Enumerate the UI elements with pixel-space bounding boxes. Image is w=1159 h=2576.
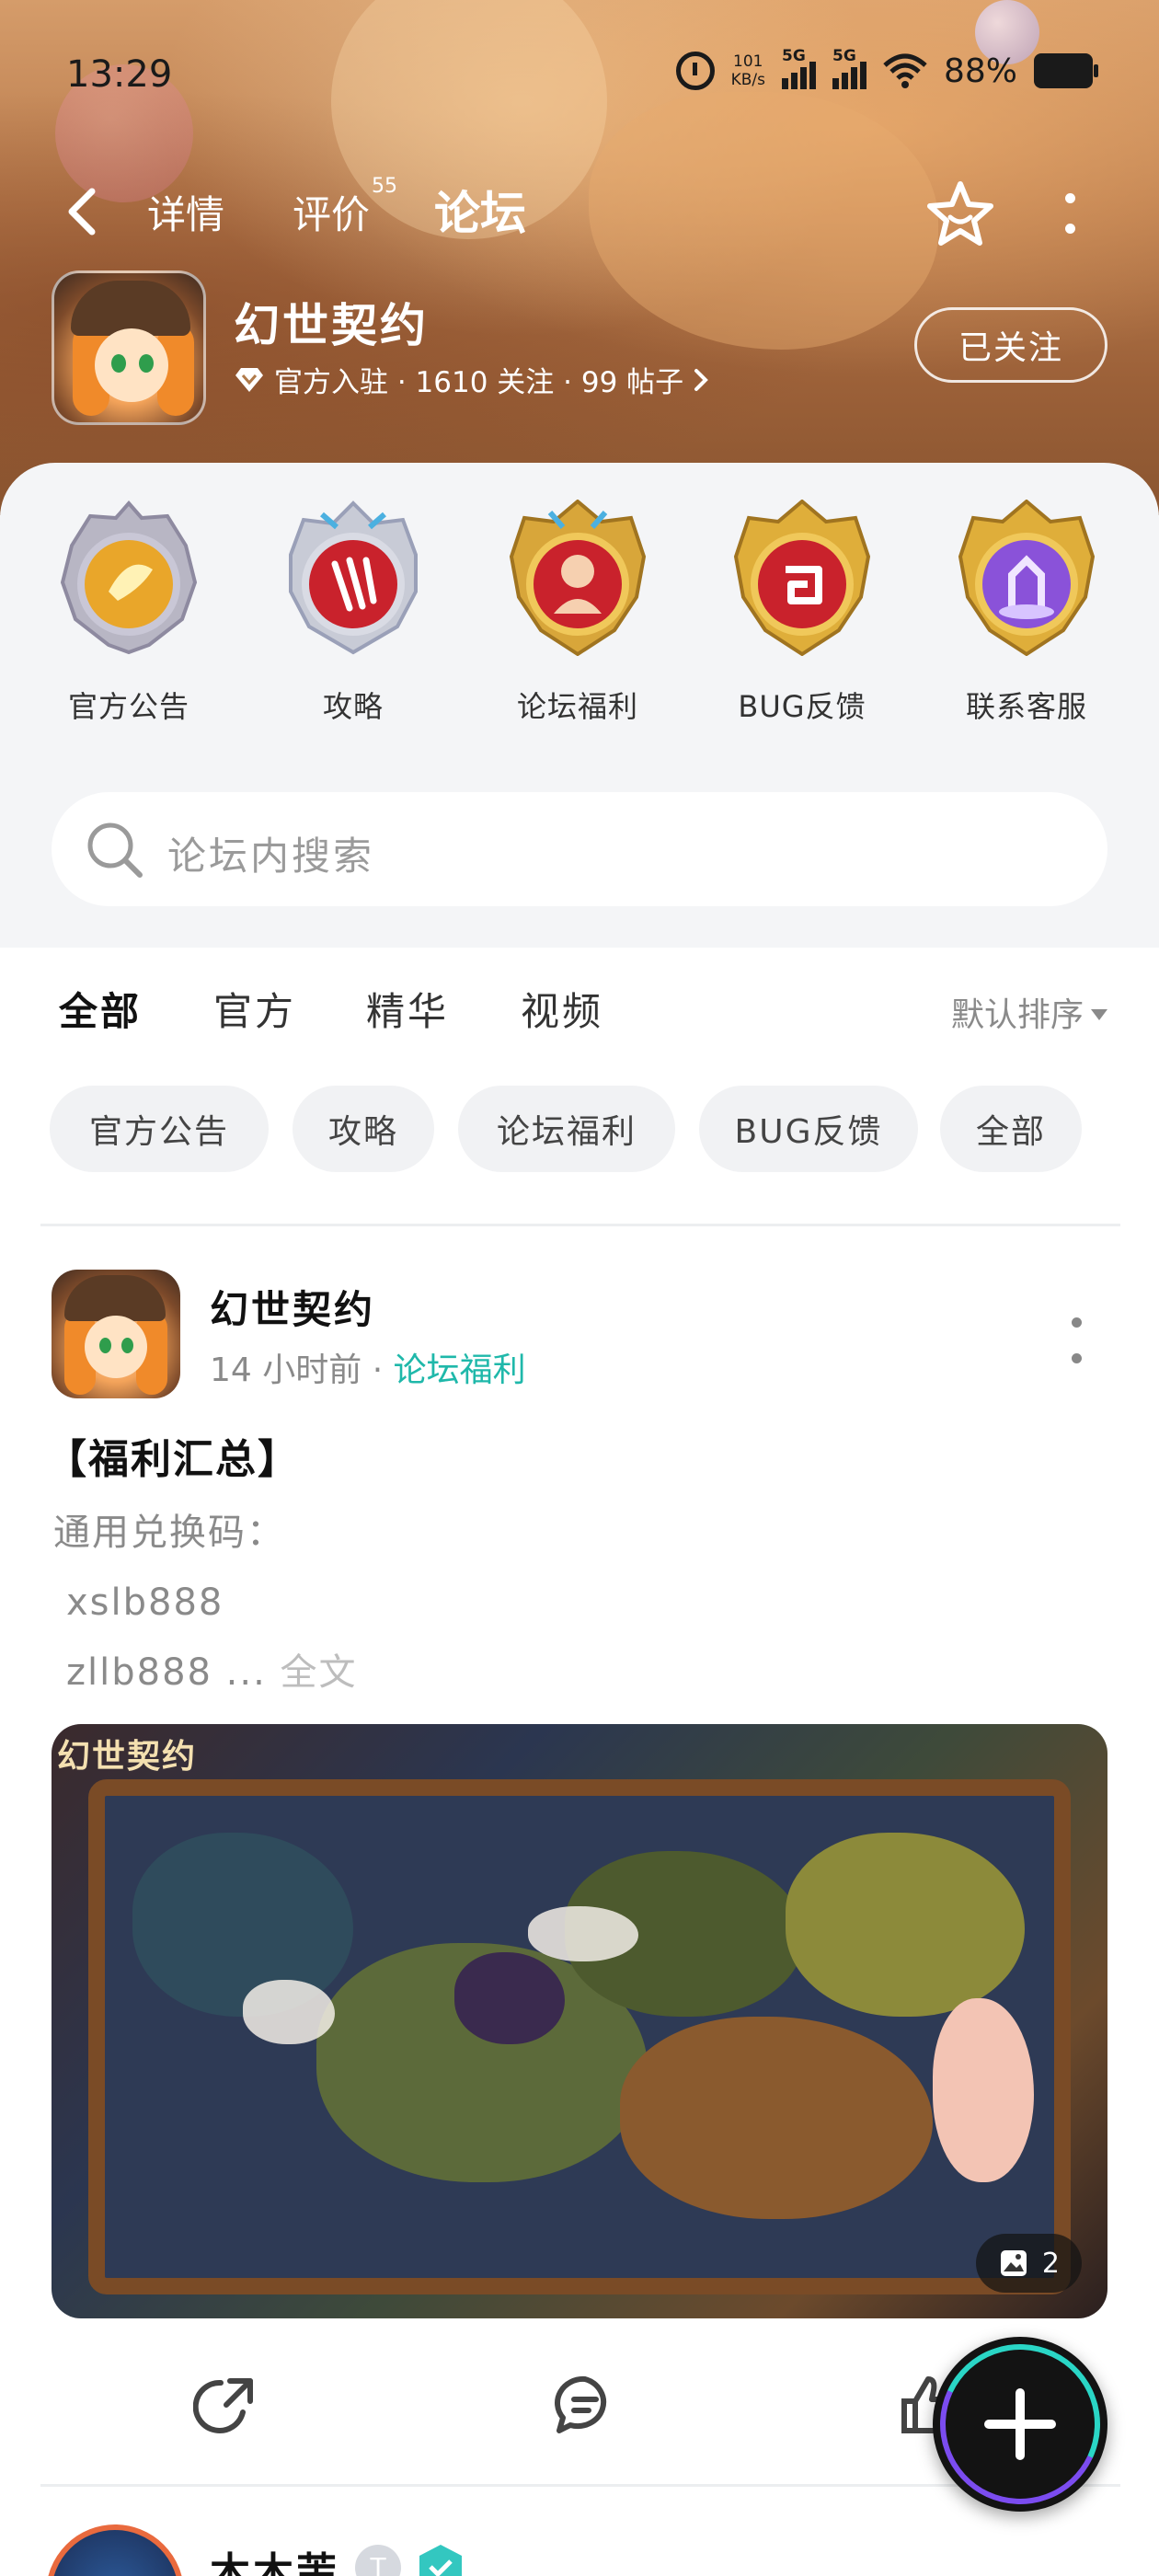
forum-header: 13:29 101 KB/s 5G 5G 88% 详情 评价 55 论坛 幻世契… bbox=[0, 0, 1159, 515]
customer-service-badge-icon bbox=[958, 500, 1096, 656]
create-post-button[interactable] bbox=[933, 2337, 1107, 2512]
post-image[interactable]: 幻世契约 2 bbox=[52, 1724, 1107, 2318]
chip-announcement[interactable]: 官方公告 bbox=[50, 1086, 269, 1172]
tab-details[interactable]: 详情 bbox=[147, 184, 224, 240]
signal-icon: 5G bbox=[781, 47, 816, 89]
next-post-author[interactable]: 木木茉 bbox=[210, 2539, 339, 2576]
category-bug-report[interactable]: BUG反馈 bbox=[710, 500, 894, 739]
author-avatar[interactable] bbox=[52, 1270, 180, 1398]
favorite-star-icon[interactable] bbox=[924, 178, 996, 250]
next-author-avatar[interactable] bbox=[46, 2524, 184, 2576]
category-label: 联系客服 bbox=[965, 689, 1087, 724]
full-text-link[interactable]: 全文 bbox=[281, 1651, 358, 1694]
forum-post[interactable]: 幻世契约 14 小时前 · 论坛福利 【福利汇总】 通用兑换码： xslb888… bbox=[0, 1251, 1159, 2466]
post-body-line: xslb888 bbox=[66, 1581, 224, 1624]
meta-separator: · bbox=[372, 1351, 384, 1389]
chip-bug-report[interactable]: BUG反馈 bbox=[699, 1086, 918, 1172]
sort-label: 默认排序 bbox=[950, 996, 1084, 1034]
more-options-icon[interactable] bbox=[1053, 186, 1086, 241]
tab-forum[interactable]: 论坛 bbox=[434, 177, 526, 243]
benefits-badge-icon bbox=[509, 500, 647, 656]
category-guides[interactable]: 攻略 bbox=[261, 500, 445, 739]
category-label: BUG反馈 bbox=[738, 689, 866, 724]
tab-reviews-label: 评价 bbox=[293, 192, 371, 237]
dropdown-arrow-icon bbox=[1091, 1009, 1107, 1020]
post-author[interactable]: 幻世契约 bbox=[210, 1279, 375, 1335]
post-body: 通用兑换码： xslb888 zllb888 ... 全文 bbox=[53, 1498, 358, 1708]
chip-guides[interactable]: 攻略 bbox=[293, 1086, 434, 1172]
gallery-icon bbox=[1000, 2250, 1027, 2276]
filter-tab-video[interactable]: 视频 bbox=[521, 981, 603, 1037]
status-icons: 101 KB/s 5G 5G 88% bbox=[675, 47, 1098, 90]
category-label: 攻略 bbox=[322, 689, 384, 724]
forum-category-panel: 官方公告 攻略 论坛福利 BUG反馈 联系客服 论坛内搜索 bbox=[0, 463, 1159, 948]
filter-tab-official[interactable]: 官方 bbox=[213, 981, 296, 1037]
alarm-icon bbox=[675, 52, 715, 90]
category-row: 官方公告 攻略 论坛福利 BUG反馈 联系客服 bbox=[0, 500, 1159, 739]
bug-report-badge-icon bbox=[733, 500, 871, 656]
signal-label: 5G bbox=[832, 47, 856, 65]
post-body-line: 通用兑换码： bbox=[53, 1512, 285, 1554]
image-logo-text: 幻世契约 bbox=[57, 1738, 198, 1776]
category-label: 官方公告 bbox=[67, 689, 189, 724]
category-announcement[interactable]: 官方公告 bbox=[37, 500, 221, 739]
game-meta-text: 官方入驻 · 1610 关注 · 99 帖子 bbox=[274, 366, 684, 399]
network-speed-unit: KB/s bbox=[730, 71, 765, 89]
announcement-badge-icon bbox=[60, 500, 198, 655]
category-customer-service[interactable]: 联系客服 bbox=[935, 500, 1119, 739]
battery-icon bbox=[1034, 53, 1098, 88]
chip-all[interactable]: 全部 bbox=[940, 1086, 1082, 1172]
category-forum-benefits[interactable]: 论坛福利 bbox=[486, 500, 670, 739]
status-time: 13:29 bbox=[66, 53, 173, 96]
tab-reviews[interactable]: 评价 55 bbox=[293, 175, 397, 240]
follow-button[interactable]: 已关注 bbox=[914, 307, 1107, 383]
plus-icon bbox=[984, 2388, 1056, 2460]
back-icon[interactable] bbox=[57, 184, 112, 239]
filter-tab-all[interactable]: 全部 bbox=[59, 981, 142, 1041]
verified-hex-badge-icon bbox=[419, 2545, 462, 2576]
post-body-line-text: zllb888 ... bbox=[66, 1651, 267, 1694]
game-info: 幻世契约 官方入驻 · 1610 关注 · 99 帖子 已关注 bbox=[0, 267, 1159, 432]
search-icon bbox=[87, 822, 143, 878]
comment-icon[interactable] bbox=[552, 2372, 618, 2438]
game-icon[interactable] bbox=[52, 270, 206, 425]
signal-icon: 5G bbox=[832, 47, 866, 89]
category-chips: 官方公告 攻略 论坛福利 BUG反馈 全部 bbox=[0, 1086, 1159, 1178]
game-meta[interactable]: 官方入驻 · 1610 关注 · 99 帖子 bbox=[234, 359, 709, 400]
post-time: 14 小时前 bbox=[210, 1351, 362, 1389]
post-title: 【福利汇总】 bbox=[46, 1436, 300, 1483]
forum-search-bar[interactable]: 论坛内搜索 bbox=[52, 792, 1107, 906]
chevron-right-icon bbox=[694, 368, 709, 391]
wifi-icon bbox=[883, 53, 927, 88]
post-body-line: zllb888 ... 全文 bbox=[53, 1638, 358, 1708]
post-meta: 14 小时前 · 论坛福利 bbox=[210, 1343, 526, 1391]
user-level-badge: T bbox=[355, 2545, 401, 2576]
game-name: 幻世契约 bbox=[234, 299, 429, 352]
category-label: 论坛福利 bbox=[516, 689, 638, 724]
post-tag[interactable]: 论坛福利 bbox=[394, 1351, 526, 1389]
chip-forum-benefits[interactable]: 论坛福利 bbox=[458, 1086, 675, 1172]
signal-label: 5G bbox=[781, 47, 806, 65]
battery-percent: 88% bbox=[943, 52, 1017, 90]
reviews-count-badge: 55 bbox=[372, 175, 398, 198]
game-map-illustration bbox=[88, 1779, 1071, 2294]
share-icon[interactable] bbox=[193, 2372, 259, 2438]
network-speed-value: 101 bbox=[733, 52, 763, 71]
network-speed: 101 KB/s bbox=[731, 52, 765, 89]
top-nav: 详情 评价 55 论坛 bbox=[0, 166, 1159, 258]
image-count: 2 bbox=[1041, 2247, 1060, 2280]
sort-dropdown[interactable]: 默认排序 bbox=[951, 988, 1107, 1036]
guides-claw-badge-icon bbox=[289, 500, 418, 655]
image-count-badge: 2 bbox=[975, 2234, 1082, 2293]
filter-tab-featured[interactable]: 精华 bbox=[366, 981, 449, 1037]
post-filter-bar: 全部 官方 精华 视频 默认排序 bbox=[0, 948, 1159, 1067]
divider bbox=[40, 1224, 1120, 1226]
search-placeholder: 论坛内搜索 bbox=[167, 834, 375, 879]
post-more-icon[interactable] bbox=[1065, 1317, 1087, 1363]
official-diamond-icon bbox=[235, 367, 263, 392]
status-bar: 13:29 101 KB/s 5G 5G 88% bbox=[0, 0, 1159, 156]
